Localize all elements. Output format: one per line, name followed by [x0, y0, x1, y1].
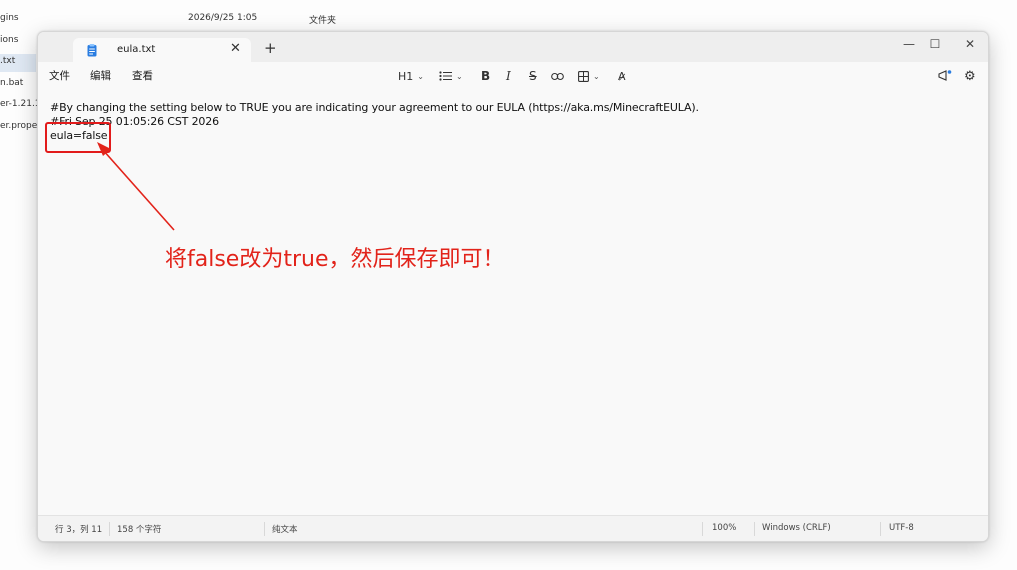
annotation-text: 将false改为true，然后保存即可！	[165, 247, 505, 272]
annotation-arrow	[97, 142, 175, 231]
